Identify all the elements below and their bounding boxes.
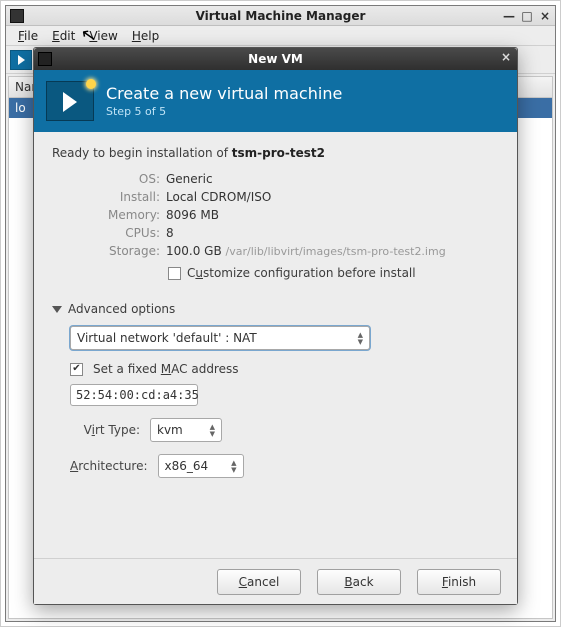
virt-type-select[interactable]: kvm ▲▼ bbox=[150, 418, 222, 442]
vm-icon bbox=[46, 81, 94, 121]
new-vm-icon[interactable] bbox=[10, 50, 32, 70]
label-storage: Storage: bbox=[52, 242, 162, 260]
app-icon bbox=[10, 9, 24, 23]
virt-type-label: Virt Type: bbox=[70, 423, 140, 437]
dropdown-spin-icon: ▲▼ bbox=[231, 460, 236, 473]
close-icon[interactable]: × bbox=[501, 50, 511, 64]
dialog-banner: Create a new virtual machine Step 5 of 5 bbox=[34, 70, 517, 132]
label-install: Install: bbox=[52, 188, 162, 206]
value-install: Local CDROM/ISO bbox=[162, 188, 450, 206]
label-os: OS: bbox=[52, 170, 162, 188]
dialog-title: New VM bbox=[248, 52, 303, 66]
dialog-app-icon bbox=[38, 52, 52, 66]
label-cpus: CPUs: bbox=[52, 224, 162, 242]
minimize-button[interactable]: — bbox=[503, 9, 515, 23]
finish-button[interactable]: Finish bbox=[417, 569, 501, 595]
value-memory: 8096 MB bbox=[162, 206, 450, 224]
vm-name: tsm-pro-test2 bbox=[232, 146, 325, 160]
advanced-options: Advanced options Virtual network 'defaul… bbox=[52, 302, 499, 478]
advanced-options-toggle[interactable]: Advanced options bbox=[52, 302, 499, 316]
menu-view[interactable]: View bbox=[83, 27, 123, 45]
dialog-titlebar: New VM × bbox=[34, 48, 517, 70]
main-window-titlebar: Virtual Machine Manager — □ × bbox=[6, 6, 555, 26]
label-memory: Memory: bbox=[52, 206, 162, 224]
customize-label[interactable]: Customize configuration before install bbox=[187, 266, 416, 280]
new-vm-dialog: New VM × Create a new virtual machine St… bbox=[33, 47, 518, 605]
network-select[interactable]: Virtual network 'default' : NAT ▲▼ bbox=[70, 326, 370, 350]
chevron-down-icon bbox=[52, 306, 62, 313]
menu-bar: File Edit View Help bbox=[6, 26, 555, 46]
value-storage: 100.0 GB /var/lib/libvirt/images/tsm-pro… bbox=[162, 242, 450, 260]
mac-address-input[interactable]: 52:54:00:cd:a4:35 bbox=[70, 384, 198, 406]
value-cpus: 8 bbox=[162, 224, 450, 242]
menu-file[interactable]: File bbox=[12, 27, 44, 45]
menu-edit[interactable]: Edit bbox=[46, 27, 81, 45]
maximize-button[interactable]: □ bbox=[521, 9, 533, 23]
value-storage-path: /var/lib/libvirt/images/tsm-pro-test2.im… bbox=[226, 245, 446, 258]
close-button[interactable]: × bbox=[539, 9, 551, 23]
dropdown-spin-icon: ▲▼ bbox=[358, 332, 363, 345]
main-window-title: Virtual Machine Manager bbox=[196, 9, 366, 23]
dialog-content: Ready to begin installation of tsm-pro-t… bbox=[34, 132, 517, 558]
customize-checkbox[interactable] bbox=[168, 267, 181, 280]
fixed-mac-label[interactable]: Set a fixed MAC address bbox=[93, 362, 239, 376]
summary-intro: Ready to begin installation of tsm-pro-t… bbox=[52, 146, 499, 160]
dropdown-spin-icon: ▲▼ bbox=[210, 424, 215, 437]
architecture-select[interactable]: x86_64 ▲▼ bbox=[158, 454, 244, 478]
value-os: Generic bbox=[162, 170, 450, 188]
back-button[interactable]: Back bbox=[317, 569, 401, 595]
summary-table: OS: Generic Install: Local CDROM/ISO Mem… bbox=[52, 170, 450, 260]
menu-help[interactable]: Help bbox=[126, 27, 165, 45]
cancel-button[interactable]: Cancel bbox=[217, 569, 301, 595]
architecture-label: Architecture: bbox=[70, 459, 148, 473]
dialog-buttons: Cancel Back Finish bbox=[34, 558, 517, 604]
fixed-mac-checkbox[interactable] bbox=[70, 363, 83, 376]
banner-title: Create a new virtual machine bbox=[106, 84, 342, 103]
banner-subtitle: Step 5 of 5 bbox=[106, 105, 342, 118]
